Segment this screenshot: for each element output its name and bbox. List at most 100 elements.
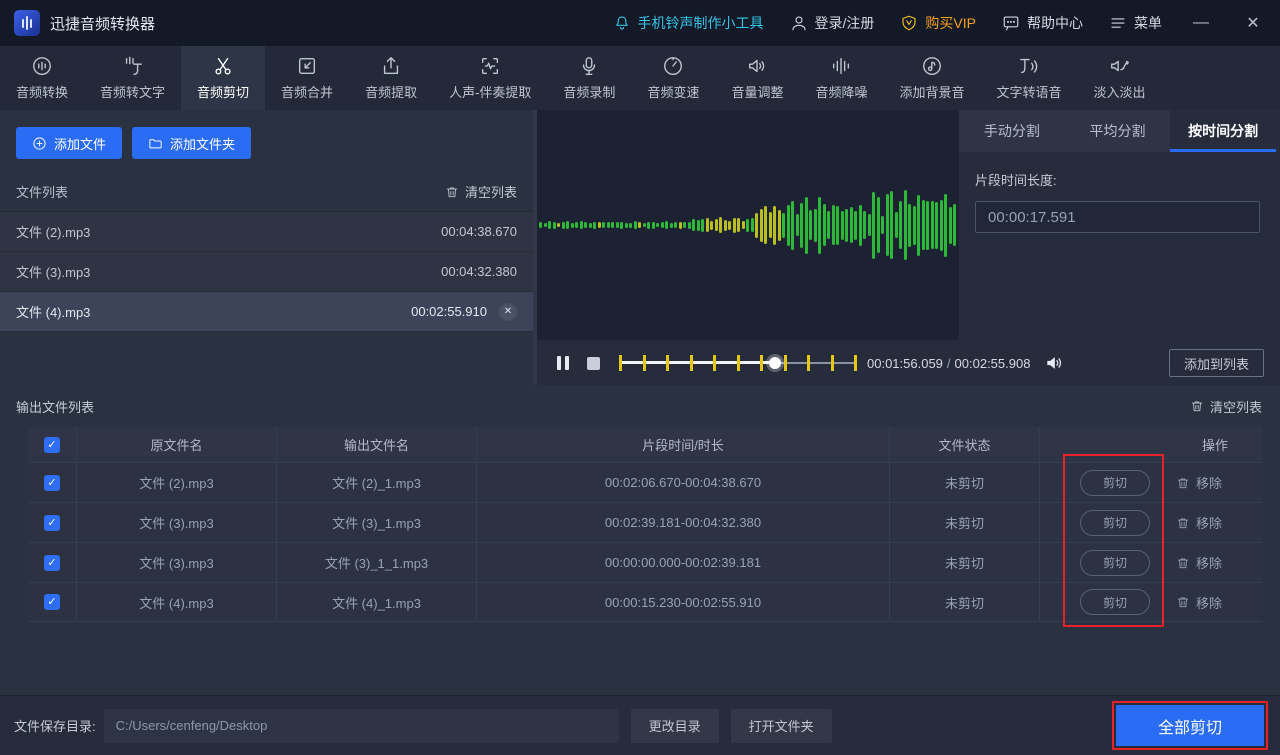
toolbar-tab-volume[interactable]: 音量调整 <box>715 46 799 110</box>
minimize-button[interactable]: — <box>1188 10 1214 36</box>
bottom-bar: 文件保存目录: 更改目录 打开文件夹 全部剪切 <box>0 695 1280 755</box>
tab-label: 音频剪切 <box>197 82 249 101</box>
tab-manual-split[interactable]: 手动分割 <box>959 110 1065 152</box>
toolbar-tab-convert[interactable]: 音频转换 <box>0 46 84 110</box>
file-row[interactable]: 文件 (3).mp3 00:04:32.380 <box>0 252 533 292</box>
tab-label: 音频变速 <box>647 82 699 101</box>
source-filename: 文件 (2).mp3 <box>77 463 277 502</box>
cut-button[interactable]: 剪切 <box>1080 470 1150 496</box>
table-row: ✓ 文件 (4).mp3 文件 (4)_1.mp3 00:00:15.230-0… <box>28 582 1262 622</box>
volume-icon[interactable] <box>1044 353 1064 373</box>
toolbar-tab-audio-to-text[interactable]: 音频转文字 <box>84 46 181 110</box>
toolbar-tab-speed[interactable]: 音频变速 <box>631 46 715 110</box>
remove-button[interactable]: 移除 <box>1176 513 1222 532</box>
help-center-button[interactable]: 帮助中心 <box>1002 13 1083 33</box>
source-filename: 文件 (3).mp3 <box>77 543 277 582</box>
segment-range: 00:00:00.000-00:02:39.181 <box>477 543 890 582</box>
file-status: 未剪切 <box>890 463 1040 502</box>
cut-button[interactable]: 剪切 <box>1080 510 1150 536</box>
table-row: ✓ 文件 (3).mp3 文件 (3)_1.mp3 00:02:39.181-0… <box>28 502 1262 542</box>
cut-all-highlight: 全部剪切 <box>1112 701 1268 750</box>
close-button[interactable]: ✕ <box>1240 10 1266 36</box>
toolbar-tab-record[interactable]: 音频录制 <box>547 46 631 110</box>
editor-block: 手动分割 平均分割 按时间分割 片段时间长度: 00:01:56.059/00:… <box>537 110 1276 385</box>
toolbar-tab-background-sound[interactable]: 添加背景音 <box>883 46 980 110</box>
chat-bubble-icon <box>1002 14 1020 32</box>
cut-button[interactable]: 剪切 <box>1080 550 1150 576</box>
change-dir-button[interactable]: 更改目录 <box>631 709 719 743</box>
scissors-icon <box>212 55 234 77</box>
cut-all-button[interactable]: 全部剪切 <box>1116 705 1264 746</box>
col-ops-header: 操作 <box>1040 427 1262 462</box>
menu-button[interactable]: 菜单 <box>1109 13 1162 33</box>
segment-tick <box>619 355 622 371</box>
clear-output-list-label: 清空列表 <box>1210 397 1262 416</box>
save-dir-input[interactable] <box>104 709 619 743</box>
file-row[interactable]: 文件 (2).mp3 00:04:38.670 <box>0 212 533 252</box>
remove-button[interactable]: 移除 <box>1176 593 1222 612</box>
segment-range: 00:00:15.230-00:02:55.910 <box>477 583 890 621</box>
add-folder-button[interactable]: 添加文件夹 <box>132 127 251 159</box>
output-section: 输出文件列表 清空列表 ✓ 原文件名 输出文件名 片段时间/时长 文件状态 操作… <box>0 385 1280 695</box>
toolbar-tab-denoise[interactable]: 音频降噪 <box>799 46 883 110</box>
col-output-header: 输出文件名 <box>277 427 477 462</box>
toolbar-tab-merge[interactable]: 音频合并 <box>265 46 349 110</box>
output-table: ✓ 原文件名 输出文件名 片段时间/时长 文件状态 操作 ✓ 文件 (2).mp… <box>28 427 1262 622</box>
file-duration: 00:02:55.910 <box>411 304 487 319</box>
tab-average-split[interactable]: 平均分割 <box>1065 110 1171 152</box>
add-to-list-button[interactable]: 添加到列表 <box>1169 349 1264 377</box>
file-name: 文件 (4).mp3 <box>16 302 411 321</box>
file-status: 未剪切 <box>890 583 1040 621</box>
segment-duration-input[interactable] <box>975 201 1260 233</box>
toolbar-tab-vocal-separation[interactable]: 人声-伴奏提取 <box>433 46 547 110</box>
segment-tick <box>643 355 646 371</box>
output-filename: 文件 (4)_1.mp3 <box>277 583 477 621</box>
output-filename: 文件 (2)_1.mp3 <box>277 463 477 502</box>
microphone-icon <box>578 55 600 77</box>
tab-time-split[interactable]: 按时间分割 <box>1170 110 1276 152</box>
bell-icon <box>613 14 631 32</box>
select-all-checkbox[interactable]: ✓ <box>44 437 60 453</box>
remove-label: 移除 <box>1196 553 1222 572</box>
clear-file-list-button[interactable]: 清空列表 <box>445 182 517 201</box>
progress-thumb[interactable] <box>769 357 781 369</box>
plus-circle-icon <box>32 136 47 151</box>
toolbar-tab-audio-cut[interactable]: 音频剪切 <box>181 46 265 110</box>
help-label: 帮助中心 <box>1027 13 1083 33</box>
pause-button[interactable] <box>557 356 569 370</box>
row-checkbox[interactable]: ✓ <box>44 475 60 491</box>
player-bar: 00:01:56.059/00:02:55.908 添加到列表 <box>537 340 1276 385</box>
merge-icon <box>296 55 318 77</box>
toolbar: 音频转换 音频转文字 音频剪切 音频合并 音频提取 人声-伴奏提取 音频录制 音… <box>0 46 1280 110</box>
total-time: 00:02:55.908 <box>955 356 1031 371</box>
progress-track[interactable] <box>620 354 855 372</box>
toolbar-tab-extract[interactable]: 音频提取 <box>349 46 433 110</box>
tab-label: 音频转文字 <box>100 82 165 101</box>
trash-icon <box>1176 595 1190 609</box>
file-row-selected[interactable]: 文件 (4).mp3 00:02:55.910 ✕ <box>0 292 533 332</box>
remove-file-icon[interactable]: ✕ <box>499 303 517 321</box>
file-panel: 添加文件 添加文件夹 文件列表 清空列表 文件 (2).mp3 00:04:38… <box>0 110 537 385</box>
open-folder-button[interactable]: 打开文件夹 <box>731 709 832 743</box>
vip-shield-icon <box>900 14 918 32</box>
folder-icon <box>148 136 163 151</box>
row-checkbox[interactable]: ✓ <box>44 515 60 531</box>
segment-tick <box>784 355 787 371</box>
remove-button[interactable]: 移除 <box>1176 473 1222 492</box>
toolbar-tab-fade[interactable]: 淡入淡出 <box>1078 46 1162 110</box>
row-checkbox[interactable]: ✓ <box>44 594 60 610</box>
current-time: 00:01:56.059 <box>867 356 943 371</box>
speed-icon <box>662 55 684 77</box>
ringtone-tool-link[interactable]: 手机铃声制作小工具 <box>613 13 764 33</box>
remove-button[interactable]: 移除 <box>1176 553 1222 572</box>
row-checkbox[interactable]: ✓ <box>44 555 60 571</box>
clear-output-list-button[interactable]: 清空列表 <box>1190 397 1262 416</box>
cut-button[interactable]: 剪切 <box>1080 589 1150 615</box>
add-file-button[interactable]: 添加文件 <box>16 127 122 159</box>
login-button[interactable]: 登录/注册 <box>790 13 875 33</box>
buy-vip-label: 购买VIP <box>925 13 976 33</box>
toolbar-tab-text-to-speech[interactable]: 文字转语音 <box>981 46 1078 110</box>
titlebar: 迅捷音频转换器 手机铃声制作小工具 登录/注册 购买VIP 帮助中心 菜单 — … <box>0 0 1280 46</box>
buy-vip-button[interactable]: 购买VIP <box>900 13 976 33</box>
stop-button[interactable] <box>587 357 600 370</box>
